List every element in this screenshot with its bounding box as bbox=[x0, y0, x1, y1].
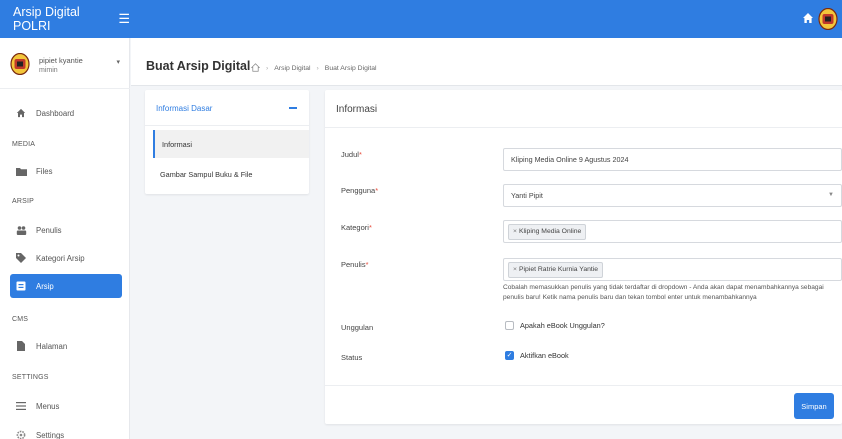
penulis-tag-label: Pipiet Ratrie Kurnia Yantie bbox=[518, 266, 599, 273]
sidebar-item-label: Kategori Arsip bbox=[36, 253, 85, 263]
penulis-tag[interactable]: × Pipiet Ratrie Kurnia Yantie bbox=[508, 261, 604, 278]
judul-value: Kliping Media Online 9 Agustus 2024 bbox=[511, 155, 629, 164]
status-checkbox-label: Aktifkan eBook bbox=[520, 351, 569, 360]
file-icon bbox=[10, 341, 32, 351]
divider bbox=[325, 385, 842, 386]
chevron-down-icon[interactable]: ▾ bbox=[116, 58, 120, 66]
sidebar-item-label: Penulis bbox=[36, 225, 62, 235]
sidebar-item-settings[interactable]: Settings bbox=[10, 423, 122, 439]
pengguna-label: Pengguna* bbox=[341, 186, 379, 195]
remove-tag-icon[interactable]: × bbox=[513, 228, 517, 235]
judul-label: Judul* bbox=[341, 150, 362, 159]
user-panel[interactable]: pipiet kyantie mimin ▾ bbox=[10, 49, 122, 83]
user-name: pipiet kyantie bbox=[39, 56, 83, 65]
user-role: mimin bbox=[39, 67, 58, 74]
sidebar-item-label: Dashboard bbox=[36, 108, 75, 118]
folder-icon bbox=[10, 167, 32, 176]
section-nav-card: Informasi Dasar Informasi Gambar Sampul … bbox=[145, 90, 309, 194]
sidebar: pipiet kyantie mimin ▾ Dashboard MEDIA F… bbox=[0, 38, 130, 439]
unggulan-checkbox[interactable]: Apakah eBook Unggulan? bbox=[505, 321, 605, 330]
form-title: Informasi bbox=[336, 104, 378, 115]
judul-input[interactable]: Kliping Media Online 9 Agustus 2024 bbox=[503, 148, 842, 171]
users-icon bbox=[10, 225, 32, 235]
check-icon[interactable]: ✓ bbox=[505, 351, 514, 360]
sidebar-item-label: Menus bbox=[36, 401, 60, 411]
section-label-media: MEDIA bbox=[12, 141, 36, 148]
save-button[interactable]: Simpan bbox=[794, 393, 834, 419]
collapse-icon[interactable] bbox=[289, 107, 297, 109]
sidebar-item-files[interactable]: Files bbox=[10, 159, 122, 183]
sidebar-item-arsip[interactable]: Arsip bbox=[10, 274, 122, 298]
section-nav-title: Informasi Dasar bbox=[156, 104, 213, 113]
sidebar-item-label: Settings bbox=[36, 430, 65, 439]
sidebar-item-dashboard[interactable]: Dashboard bbox=[10, 101, 122, 125]
home-icon[interactable] bbox=[250, 63, 261, 74]
checkbox-box[interactable] bbox=[505, 321, 514, 330]
form-header: Informasi bbox=[325, 90, 842, 128]
user-avatar[interactable] bbox=[818, 8, 838, 30]
breadcrumb: › Arsip Digital › Buat Arsip Digital bbox=[250, 63, 377, 74]
penulis-multiselect[interactable]: × Pipiet Ratrie Kurnia Yantie bbox=[503, 258, 842, 281]
status-label: Status bbox=[341, 353, 363, 362]
section-label-settings: SETTINGS bbox=[12, 374, 49, 381]
home-icon[interactable] bbox=[802, 12, 814, 24]
section-label-arsip: ARSIP bbox=[12, 198, 35, 205]
archive-icon bbox=[10, 281, 32, 291]
sidebar-item-halaman[interactable]: Halaman bbox=[10, 334, 122, 358]
sidebar-item-label: Files bbox=[36, 166, 53, 176]
penulis-help-text: Cobalah memasukkan penulis yang tidak te… bbox=[503, 284, 824, 301]
kategori-tag[interactable]: × Kliping Media Online bbox=[508, 223, 587, 240]
kategori-label: Kategori* bbox=[341, 223, 372, 232]
sidebar-item-label: Halaman bbox=[36, 341, 68, 351]
kategori-tag-label: Kliping Media Online bbox=[518, 228, 582, 235]
chevron-down-icon: ▼ bbox=[828, 192, 834, 198]
penulis-label: Penulis* bbox=[341, 260, 369, 269]
chevron-right-icon: › bbox=[266, 65, 269, 72]
sidebar-item-kategori-arsip[interactable]: Kategori Arsip bbox=[10, 246, 122, 270]
breadcrumb-current: Buat Arsip Digital bbox=[324, 65, 377, 72]
nav-item-informasi[interactable]: Informasi bbox=[153, 130, 309, 158]
form-card: Informasi Judul* Kliping Media Online 9 … bbox=[325, 90, 842, 424]
section-nav-header[interactable]: Informasi Dasar bbox=[145, 90, 309, 126]
pengguna-select[interactable]: Yanti Pipit ▼ bbox=[503, 184, 842, 207]
avatar bbox=[10, 53, 30, 75]
sidebar-item-penulis[interactable]: Penulis bbox=[10, 218, 122, 242]
home-icon bbox=[10, 108, 32, 118]
pengguna-value: Yanti Pipit bbox=[511, 191, 543, 200]
unggulan-label: Unggulan bbox=[341, 323, 374, 332]
nav-item-gambar-sampul[interactable]: Gambar Sampul Buku & File bbox=[153, 160, 309, 188]
gear-icon bbox=[10, 430, 32, 439]
remove-tag-icon[interactable]: × bbox=[513, 266, 517, 273]
status-checkbox[interactable]: ✓ Aktifkan eBook bbox=[505, 351, 569, 360]
sidebar-item-label: Arsip bbox=[36, 281, 54, 291]
hamburger-menu-icon[interactable]: ☰ bbox=[118, 11, 130, 27]
brand-title: Arsip Digital POLRI bbox=[13, 5, 80, 33]
bars-icon bbox=[10, 402, 32, 410]
section-label-cms: CMS bbox=[12, 316, 29, 323]
kategori-multiselect[interactable]: × Kliping Media Online bbox=[503, 220, 842, 243]
chevron-right-icon: › bbox=[316, 65, 319, 72]
brand[interactable]: Arsip Digital POLRI ☰ bbox=[0, 0, 130, 38]
tags-icon bbox=[10, 253, 32, 263]
sidebar-item-menus[interactable]: Menus bbox=[10, 394, 122, 418]
divider bbox=[0, 88, 130, 89]
content-header: Buat Arsip Digital › Arsip Digital › Bua… bbox=[131, 38, 842, 86]
page-title: Buat Arsip Digital bbox=[146, 59, 251, 73]
top-navbar: Arsip Digital POLRI ☰ bbox=[0, 0, 842, 38]
unggulan-checkbox-label: Apakah eBook Unggulan? bbox=[520, 321, 605, 330]
breadcrumb-link[interactable]: Arsip Digital bbox=[274, 65, 310, 72]
